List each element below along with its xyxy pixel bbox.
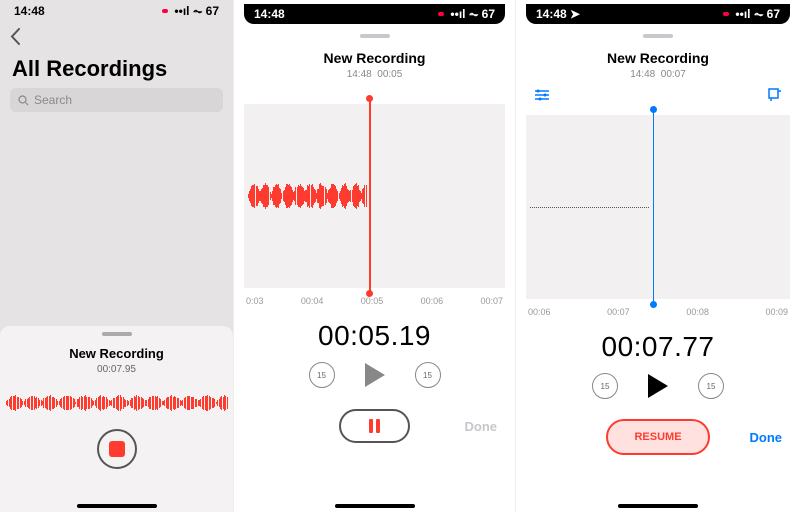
mini-waveform (0, 385, 233, 421)
status-time: 14:48 (254, 7, 285, 21)
stop-button[interactable] (97, 429, 137, 469)
home-indicator[interactable] (618, 504, 698, 508)
elapsed-time: 00:07.77 (516, 331, 800, 363)
status-time: 14:48 (14, 4, 45, 18)
playhead[interactable] (653, 109, 655, 305)
drawer-handle[interactable] (102, 332, 132, 336)
skip-back-button[interactable]: 15 (309, 362, 335, 388)
elapsed-time: 00:05.19 (234, 320, 515, 352)
playhead[interactable] (369, 98, 371, 294)
recording-elapsed: 00:07.95 (0, 364, 233, 375)
options-icon[interactable] (534, 88, 550, 107)
recording-subtitle: 14:48 00:05 (234, 69, 515, 80)
waveform-area[interactable] (244, 104, 505, 288)
status-time: 14:48 ➤ (536, 7, 580, 21)
skip-forward-button[interactable]: 15 (698, 373, 724, 399)
skip-forward-button[interactable]: 15 (415, 362, 441, 388)
done-button: Done (465, 419, 498, 434)
sheet-handle[interactable] (360, 34, 390, 38)
recording-title: New Recording (234, 50, 515, 66)
play-button[interactable] (648, 374, 668, 398)
recording-title: New Recording (0, 346, 233, 361)
waveform-area[interactable] (526, 115, 790, 299)
recording-subtitle: 14:48 00:07 (516, 69, 800, 80)
back-button[interactable] (0, 22, 233, 52)
time-ticks: 0:0300:0400:0500:0600:07 (246, 296, 503, 306)
flat-waveform (530, 207, 649, 208)
home-indicator[interactable] (335, 504, 415, 508)
search-input[interactable]: Search (10, 88, 223, 112)
search-placeholder: Search (34, 93, 72, 107)
record-drawer: New Recording 00:07.95 (0, 326, 233, 512)
play-button[interactable] (365, 363, 385, 387)
time-ticks: 00:0600:0700:0800:09 (528, 307, 788, 317)
recording-title: New Recording (516, 50, 800, 66)
page-title: All Recordings (0, 52, 233, 88)
resume-button[interactable]: RESUME (606, 419, 709, 455)
pause-button[interactable] (339, 409, 410, 443)
status-right: ••ıl ⏦ 67 (162, 4, 219, 19)
done-button[interactable]: Done (750, 430, 783, 445)
status-right: ••ıl ⏦ 67 (723, 7, 780, 22)
home-indicator[interactable] (77, 504, 157, 508)
sheet-handle[interactable] (643, 34, 673, 38)
status-right: ••ıl ⏦ 67 (438, 7, 495, 22)
trim-icon[interactable] (768, 88, 782, 107)
skip-back-button[interactable]: 15 (592, 373, 618, 399)
search-icon (18, 95, 29, 106)
